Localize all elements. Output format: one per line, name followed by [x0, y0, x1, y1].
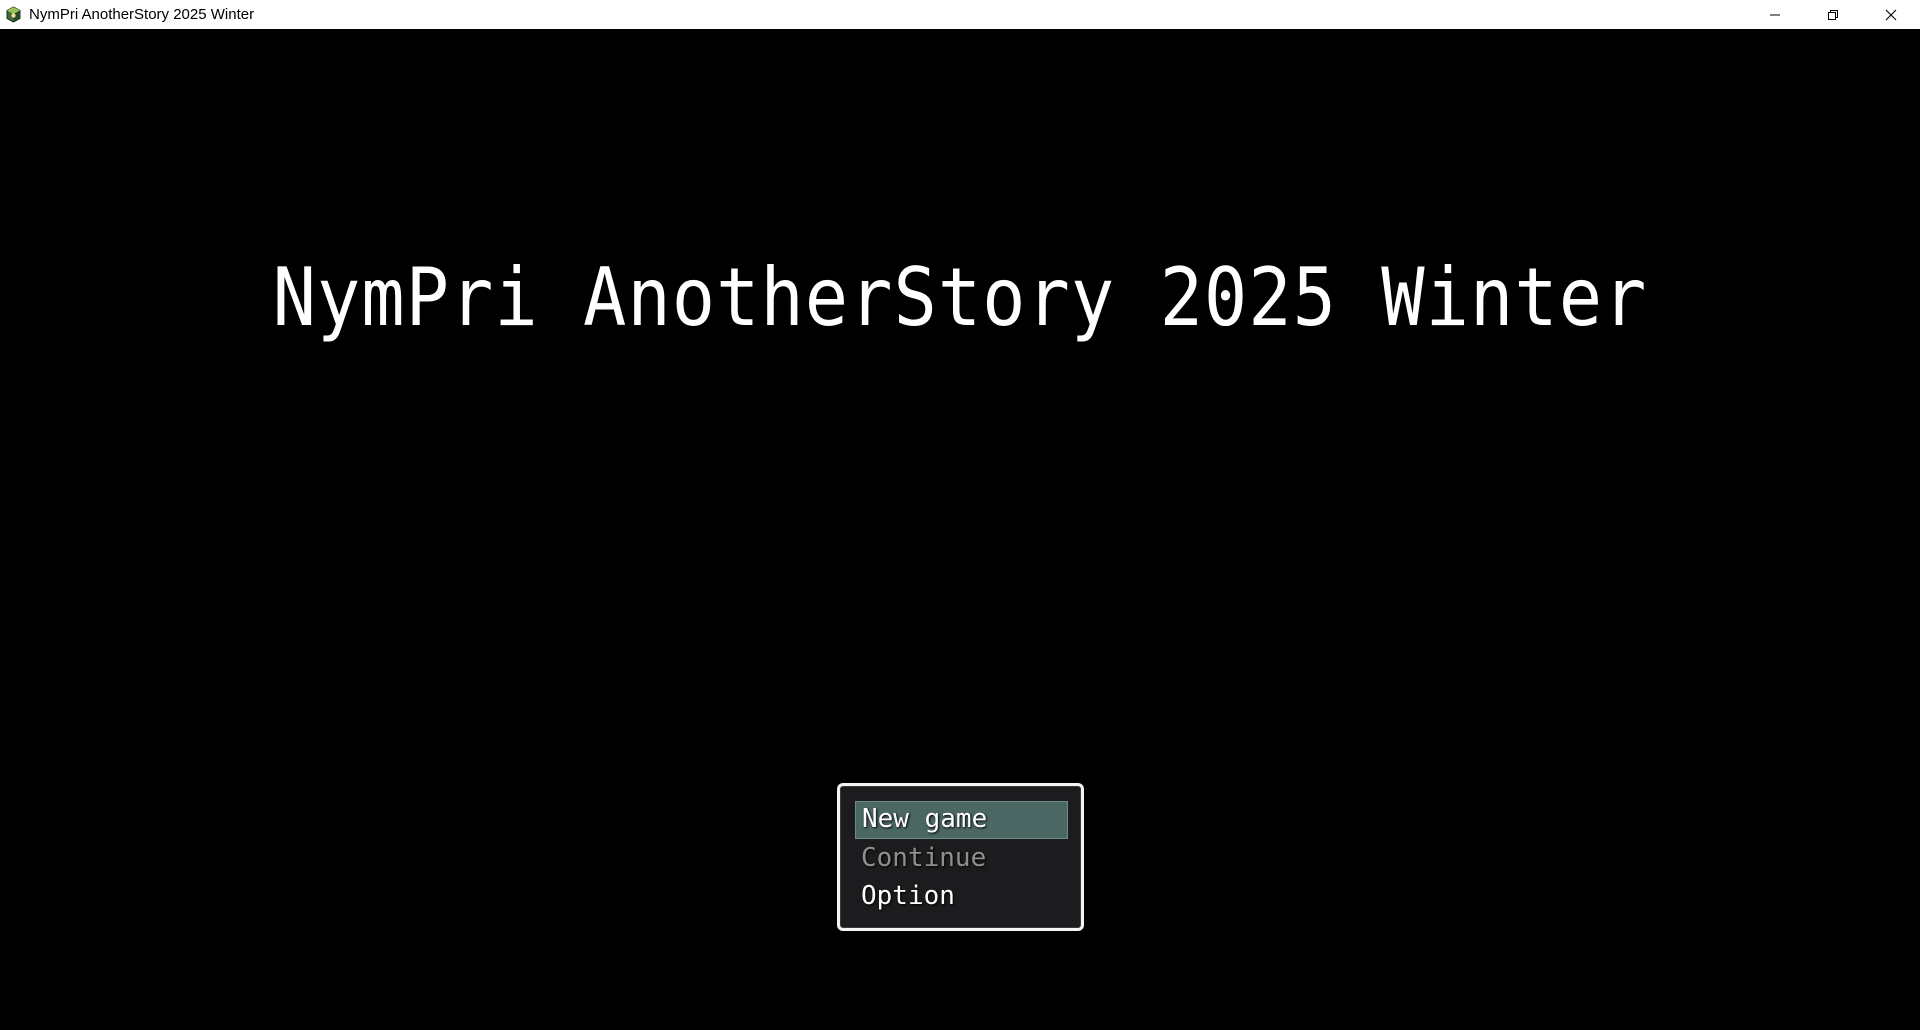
app-icon — [5, 6, 22, 23]
title-bar[interactable]: NymPri AnotherStory 2025 Winter — [0, 0, 1920, 29]
close-icon — [1885, 9, 1897, 21]
title-command-list: New game Continue Option — [855, 801, 1068, 915]
title-command-window: New game Continue Option — [837, 783, 1084, 931]
menu-item-continue[interactable]: Continue — [855, 839, 1068, 877]
menu-item-option[interactable]: Option — [855, 877, 1068, 915]
window-title: NymPri AnotherStory 2025 Winter — [29, 6, 255, 23]
minimize-icon — [1769, 9, 1781, 21]
game-title: NymPri AnotherStory 2025 Winter — [272, 249, 1648, 345]
close-button[interactable] — [1862, 0, 1920, 29]
window-controls — [1746, 0, 1920, 29]
restore-icon — [1827, 9, 1839, 21]
game-screen[interactable]: NymPri AnotherStory 2025 Winter New game… — [0, 29, 1920, 1030]
restore-button[interactable] — [1804, 0, 1862, 29]
app-window: NymPri AnotherStory 2025 Winter NymPri A… — [0, 0, 1920, 1030]
minimize-button[interactable] — [1746, 0, 1804, 29]
menu-item-new-game[interactable]: New game — [855, 801, 1068, 839]
